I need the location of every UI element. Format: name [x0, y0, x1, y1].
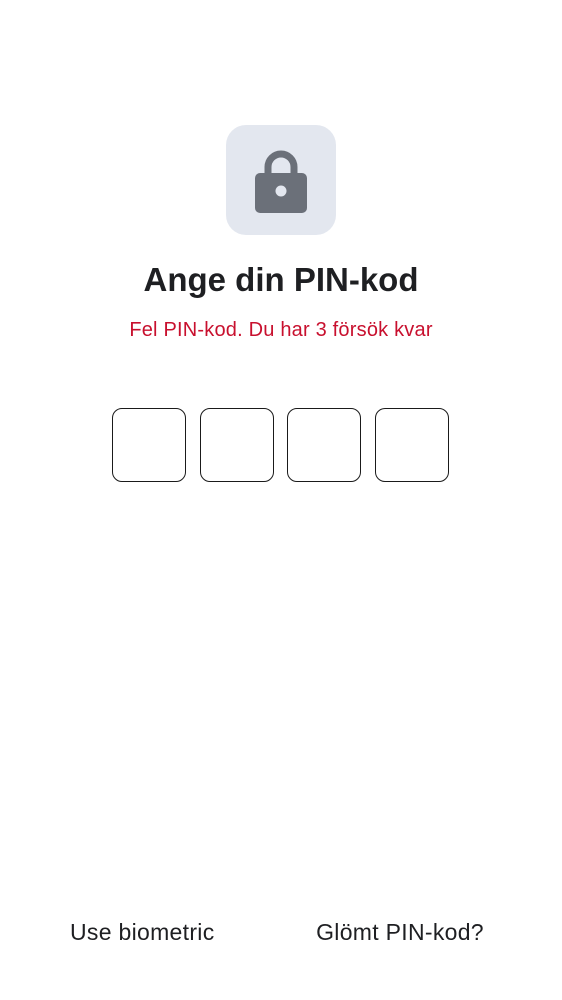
pin-digit-3[interactable] [287, 408, 361, 482]
pin-input-row [112, 408, 450, 483]
error-message: Fel PIN-kod. Du har 3 försök kvar [129, 319, 433, 341]
pin-digit-2[interactable] [200, 408, 274, 482]
forgot-pin-button[interactable]: Glömt PIN-kod? [300, 912, 500, 952]
pin-digit-4[interactable] [375, 408, 449, 482]
page-title: Ange din PIN-kod [143, 261, 419, 298]
lock-icon-tile [226, 125, 336, 235]
lock-icon [255, 150, 307, 213]
use-biometric-button[interactable]: Use biometric [70, 912, 240, 952]
pin-digit-1[interactable] [112, 408, 186, 482]
